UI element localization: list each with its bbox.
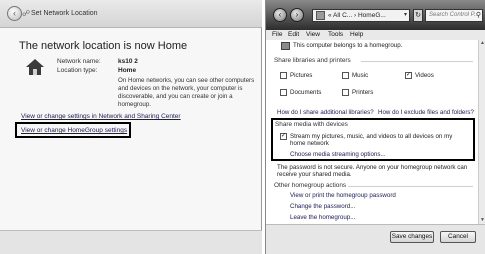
pictures-checkbox[interactable] [280, 72, 287, 79]
share-media-heading: Share media with devices [275, 121, 348, 128]
search-placeholder: Search Control P... [429, 12, 479, 18]
search-icon[interactable]: ⚲ [476, 11, 481, 19]
back-arrow-icon[interactable]: ‹ [7, 6, 22, 21]
left-bottom-bar [0, 230, 262, 254]
chevron-down-icon[interactable]: ▾ [404, 11, 407, 18]
menu-bar: File Edit View Tools Help [266, 30, 485, 40]
homegroup-settings-link[interactable]: View or change HomeGroup settings [21, 127, 127, 134]
back-icon[interactable]: ‹ [273, 8, 287, 22]
section-divider [348, 186, 473, 187]
location-type-value: Home [118, 67, 137, 74]
address-text: « All C... › HomeG... [328, 12, 386, 19]
leave-homegroup-link[interactable]: Leave the homegroup... [290, 214, 355, 221]
search-input[interactable]: Search Control P... ⚲ [425, 9, 483, 22]
address-bar[interactable]: « All C... › HomeG... ▾ [312, 9, 410, 22]
right-button-bar: Save changes Cancel [266, 224, 485, 254]
left-window-title: Set Network Location [31, 10, 98, 17]
documents-label: Documents [290, 89, 322, 96]
home-network-icon [26, 59, 44, 75]
other-actions-heading: Other homegroup actions [274, 182, 347, 189]
refresh-icon[interactable]: ↻ [413, 9, 423, 22]
control-panel-icon [316, 11, 325, 20]
menu-help[interactable]: Help [350, 31, 363, 38]
network-name-value: ks10 2 [118, 58, 138, 65]
homegroup-content: This computer belongs to a homegroup. Sh… [266, 40, 478, 224]
cancel-button[interactable]: Cancel [440, 231, 476, 243]
media-streaming-options-link[interactable]: Choose media streaming options... [290, 151, 386, 158]
save-changes-button[interactable]: Save changes [390, 231, 434, 243]
stream-media-label: Stream my pictures, music, and videos to… [290, 133, 453, 147]
left-title-bar: ‹ ☍ Set Network Location [0, 0, 262, 28]
scroll-down-icon[interactable]: ▼ [479, 217, 485, 224]
menu-file[interactable]: File [272, 31, 282, 38]
homegroup-settings-window: ‹ › « All C... › HomeG... ▾ ↻ Search Con… [265, 0, 485, 254]
videos-checkbox[interactable]: ✓ [405, 72, 412, 79]
music-checkbox[interactable] [342, 72, 349, 79]
network-description: On Home networks, you can see other comp… [118, 77, 255, 108]
menu-edit[interactable]: Edit [288, 31, 299, 38]
printers-label: Printers [352, 89, 374, 96]
change-password-link[interactable]: Change the password... [290, 203, 355, 210]
password-security-note: The password is not secure. Anyone on yo… [277, 164, 468, 178]
location-type-label: Location type: [57, 67, 98, 74]
vertical-scrollbar[interactable]: ▲ ▼ [478, 40, 485, 224]
location-heading: The network location is now Home [19, 40, 188, 52]
menu-tools[interactable]: Tools [328, 31, 343, 38]
set-network-location-window: ‹ ☍ Set Network Location The network loc… [0, 0, 262, 254]
network-sharing-center-link[interactable]: View or change settings in Network and S… [21, 113, 181, 120]
network-icon: ☍ [22, 9, 31, 18]
share-libraries-heading: Share libraries and printers [274, 57, 351, 64]
view-password-link[interactable]: View or print the homegroup password [290, 192, 396, 199]
forward-icon[interactable]: › [290, 8, 304, 22]
printers-checkbox[interactable] [342, 89, 349, 96]
stream-media-checkbox[interactable]: ✓ [280, 133, 287, 140]
homegroup-icon [281, 42, 290, 50]
pictures-label: Pictures [290, 72, 313, 79]
right-title-bar: ‹ › « All C... › HomeG... ▾ ↻ Search Con… [266, 0, 485, 30]
documents-checkbox[interactable] [280, 89, 287, 96]
exclude-files-help-link[interactable]: How do I exclude files and folders? [378, 109, 474, 116]
homegroup-status: This computer belongs to a homegroup. [293, 42, 403, 49]
scroll-up-icon[interactable]: ▲ [479, 40, 485, 47]
music-label: Music [352, 72, 369, 79]
share-libraries-help-link[interactable]: How do I share additional libraries? [277, 109, 374, 116]
menu-view[interactable]: View [306, 31, 320, 38]
network-name-label: Network name: [57, 58, 101, 65]
section-divider [361, 61, 473, 62]
videos-label: Videos [415, 72, 434, 79]
